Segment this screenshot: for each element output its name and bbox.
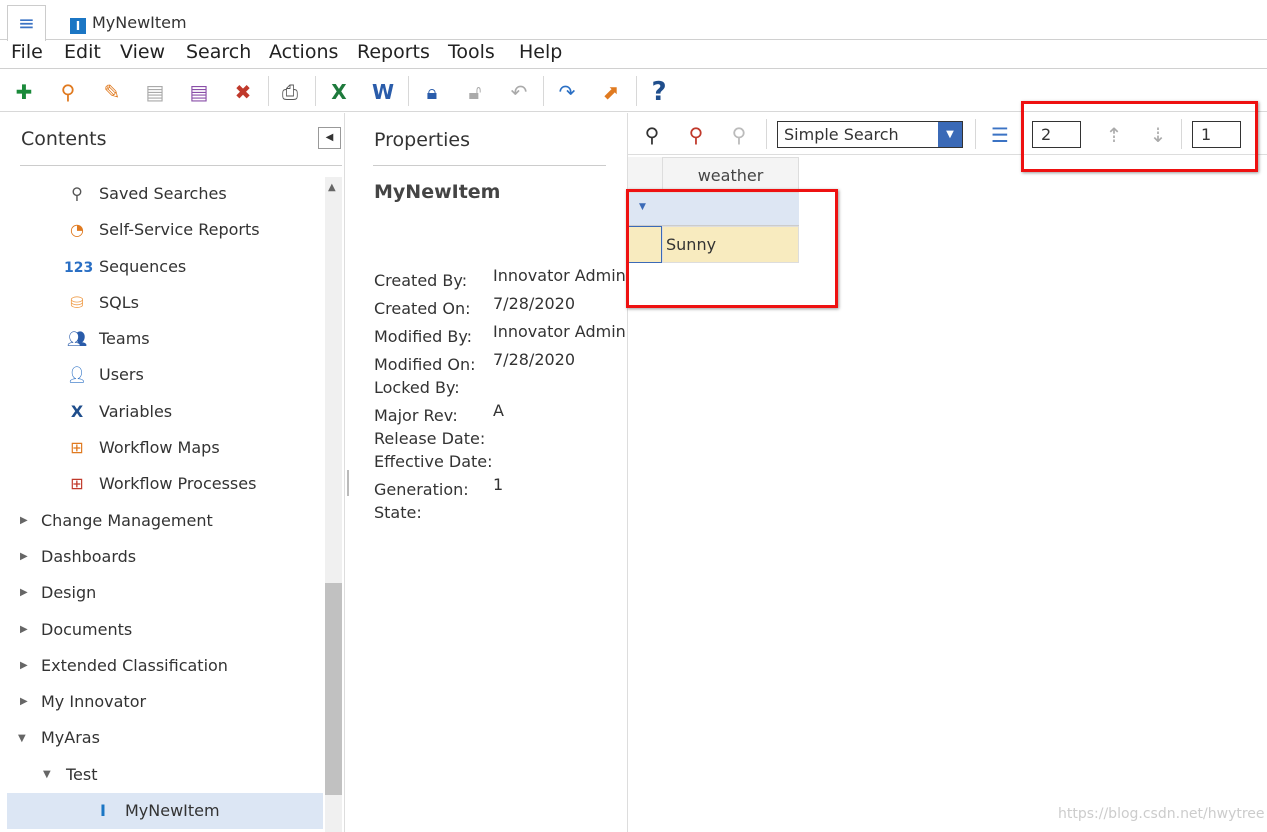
- prop-label: Major Rev:: [374, 406, 458, 425]
- prop-value: 7/28/2020: [493, 350, 576, 369]
- tree-item-variables[interactable]: X Variables: [64, 402, 172, 421]
- tree-item-workflow-maps[interactable]: ⊞ Workflow Maps: [64, 438, 219, 457]
- prop-label: Release Date:: [374, 429, 486, 448]
- prop-value: A: [493, 401, 504, 420]
- tree-item-workflow-processes[interactable]: ⊞ Workflow Processes: [64, 474, 256, 493]
- export-icon[interactable]: ⬈: [598, 78, 624, 106]
- prop-value: 1: [493, 475, 504, 494]
- prop-value: Innovator Admin: [493, 266, 626, 285]
- prop-label: State:: [374, 503, 422, 522]
- tree-item-sqls[interactable]: ⛁ SQLs: [64, 293, 139, 312]
- tree-group-change-management[interactable]: Change Management: [41, 511, 213, 530]
- tree-item-teams[interactable]: 👥︎ Teams: [64, 329, 150, 348]
- tree-group-design[interactable]: Design: [41, 583, 96, 602]
- promote-icon[interactable]: ↷: [554, 78, 580, 106]
- menu-edit[interactable]: Edit: [64, 41, 101, 63]
- menu-tools[interactable]: Tools: [448, 41, 495, 63]
- menu-actions[interactable]: Actions: [269, 41, 338, 63]
- collapse-panel-button[interactable]: ◀: [318, 127, 341, 149]
- expand-arrow-icon[interactable]: ▶: [20, 551, 28, 562]
- unlock-icon[interactable]: 🔓︎: [462, 78, 488, 106]
- menu-reports[interactable]: Reports: [357, 41, 430, 63]
- delete-icon[interactable]: ✖: [230, 78, 256, 106]
- open-search-icon[interactable]: ⚲: [55, 78, 81, 106]
- chevron-down-icon: ▼: [938, 122, 962, 147]
- print-icon[interactable]: ⎙: [277, 78, 303, 106]
- prop-label: Effective Date:: [374, 452, 493, 471]
- tab-title: MyNewItem: [92, 13, 187, 32]
- help-icon[interactable]: ?: [646, 78, 672, 106]
- prop-label: Created On:: [374, 299, 471, 318]
- tab-bar: [0, 0, 1267, 40]
- expand-arrow-icon[interactable]: ▶: [20, 515, 28, 526]
- tree-item-saved-searches[interactable]: ⚲ Saved Searches: [64, 184, 227, 203]
- tree-item-users[interactable]: 👤︎ Users: [64, 365, 144, 384]
- lock-icon[interactable]: 🔒︎: [419, 78, 445, 106]
- expand-arrow-icon[interactable]: ▶: [20, 624, 28, 635]
- properties-panel: [353, 113, 628, 832]
- tree-item-test[interactable]: Test: [66, 765, 98, 784]
- new-icon[interactable]: ✚: [11, 78, 37, 106]
- item-name: MyNewItem: [374, 181, 501, 203]
- save-as-icon[interactable]: ▤: [186, 78, 212, 106]
- stop-search-icon[interactable]: ⚲: [726, 121, 752, 149]
- collapse-arrow-icon[interactable]: ▼: [43, 769, 51, 780]
- prop-label: Created By:: [374, 271, 468, 290]
- item-type-icon: I: [70, 18, 86, 34]
- save-icon[interactable]: ▤: [142, 78, 168, 106]
- clear-search-icon[interactable]: ⚲: [683, 121, 709, 149]
- prop-label: Modified By:: [374, 327, 473, 346]
- tree-item-sequences[interactable]: 123 Sequences: [64, 257, 186, 276]
- tree-group-myaras[interactable]: MyAras: [41, 728, 100, 747]
- menu-view[interactable]: View: [120, 41, 165, 63]
- expand-arrow-icon[interactable]: ▶: [20, 696, 28, 707]
- watermark: https://blog.csdn.net/hwytree: [1058, 806, 1265, 822]
- word-icon[interactable]: W: [370, 78, 396, 106]
- properties-title: Properties: [374, 129, 471, 151]
- expand-arrow-icon[interactable]: ▶: [20, 660, 28, 671]
- prop-label: Locked By:: [374, 378, 460, 397]
- tree-group-documents[interactable]: Documents: [41, 620, 132, 639]
- tree-group-my-innovator[interactable]: My Innovator: [41, 692, 146, 711]
- menu-bar: File Edit View Search Actions Reports To…: [0, 40, 1267, 69]
- tree-group-dashboards[interactable]: Dashboards: [41, 547, 136, 566]
- tree-item-self-service-reports[interactable]: ◔ Self-Service Reports: [64, 220, 260, 239]
- tree-item-mynewitem[interactable]: I MyNewItem: [90, 801, 220, 820]
- prop-value: 7/28/2020: [493, 294, 576, 313]
- prop-label: Modified On:: [374, 355, 476, 374]
- excel-icon[interactable]: X: [326, 78, 352, 106]
- hamburger-icon[interactable]: ≡: [7, 5, 46, 41]
- search-mode-select[interactable]: Simple Search ▼: [777, 121, 963, 148]
- undo-icon[interactable]: ↶: [506, 78, 532, 106]
- prop-label: Generation:: [374, 480, 469, 499]
- tree-group-extended-classification[interactable]: Extended Classification: [41, 656, 228, 675]
- contents-title: Contents: [21, 128, 107, 150]
- edit-icon[interactable]: ✎: [99, 78, 125, 106]
- page-size-icon: ☰: [991, 123, 1009, 147]
- splitter-handle[interactable]: [347, 470, 349, 496]
- run-search-icon[interactable]: ⚲: [639, 121, 665, 149]
- highlight-box: [626, 189, 838, 308]
- scrollbar-thumb[interactable]: [325, 583, 342, 795]
- tab-mynewitem[interactable]: I MyNewItem: [70, 13, 187, 34]
- scroll-up-icon[interactable]: ▲: [328, 182, 336, 193]
- expand-arrow-icon[interactable]: ▶: [20, 587, 28, 598]
- menu-file[interactable]: File: [11, 41, 43, 63]
- column-header-weather[interactable]: weather: [662, 157, 799, 193]
- collapse-arrow-icon[interactable]: ▼: [18, 733, 26, 744]
- menu-search[interactable]: Search: [186, 41, 251, 63]
- highlight-box: [1021, 101, 1258, 172]
- prop-value: Innovator Admin: [493, 322, 626, 341]
- menu-help[interactable]: Help: [519, 41, 562, 63]
